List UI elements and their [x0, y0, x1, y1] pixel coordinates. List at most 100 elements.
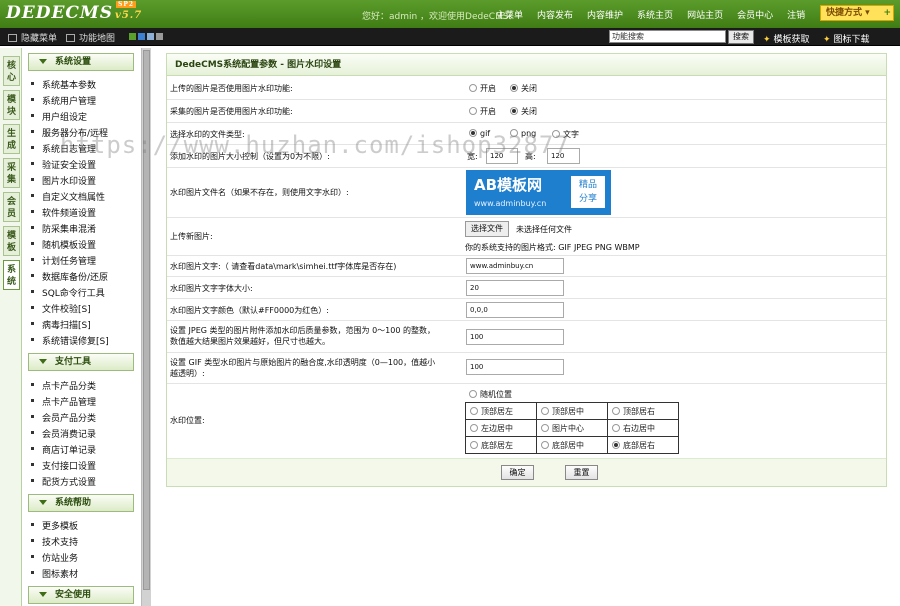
sidebar-item-label: 支付接口设置 [42, 462, 97, 472]
type-text-option[interactable]: 文字 [552, 129, 579, 140]
skin-green-icon[interactable] [129, 33, 136, 40]
upload-watermark-label: 上传的图片是否使用图片水印功能: [170, 84, 293, 93]
sidebar-item[interactable]: 技术支持 [30, 535, 78, 548]
jpeg-quality-input[interactable]: 100 [466, 329, 564, 345]
sidebar-item-label: 数据库备份/还原 [42, 273, 109, 283]
reset-button[interactable]: 重置 [565, 465, 598, 480]
skin-gray-icon[interactable] [156, 33, 163, 40]
tab-system-label: 系统 [6, 265, 16, 287]
collect-open-option[interactable]: 开启 [469, 106, 496, 117]
nav-system-home[interactable]: 系统主页 [637, 8, 673, 21]
nav-content-maintain[interactable]: 内容维护 [587, 8, 623, 21]
sidebar-item[interactable]: 点卡产品管理 [30, 395, 96, 408]
collect-close-option[interactable]: 关闭 [510, 106, 537, 117]
quick-menu-button[interactable]: 快捷方式 ▾ + [820, 5, 894, 21]
choose-file-button[interactable]: 选择文件 [465, 221, 509, 237]
sidebar-item[interactable]: 病毒扫描[S] [31, 318, 91, 331]
sidebar-item[interactable]: 系统基本参数 [30, 78, 96, 91]
sidebar-item[interactable]: 系统错误修复[S] [31, 334, 109, 347]
pos-middle-left[interactable]: 左边居中 [465, 419, 537, 437]
sidebar-item[interactable]: 软件频道设置 [30, 206, 96, 219]
site-map-link[interactable]: 功能地图 [66, 31, 115, 44]
scrollbar-thumb[interactable] [143, 50, 150, 590]
pos-top-center[interactable]: 顶部居中 [536, 402, 608, 420]
nav-main-menu[interactable]: 主菜单 [496, 8, 523, 21]
section-payment-tools[interactable]: 支付工具 [28, 353, 134, 371]
font-size-input[interactable]: 20 [466, 280, 564, 296]
hide-menu-link[interactable]: 隐藏菜单 [8, 31, 57, 44]
random-position-option[interactable]: 随机位置 [469, 389, 512, 400]
tab-system[interactable]: 系统 [3, 260, 20, 290]
tab-member[interactable]: 会员 [3, 192, 20, 222]
plus-icon[interactable]: + [883, 6, 891, 20]
sidebar-item-watermark[interactable]: 图片水印设置 [30, 174, 96, 187]
nav-content-publish[interactable]: 内容发布 [537, 8, 573, 21]
confirm-button[interactable]: 确定 [501, 465, 534, 480]
sidebar-item[interactable]: SQL命令行工具 [31, 286, 105, 299]
pos-top-right[interactable]: 顶部居右 [607, 402, 679, 420]
top-nav: 主菜单 内容发布 内容维护 系统主页 网站主页 会员中心 注销 [496, 8, 819, 21]
pos-top-left[interactable]: 顶部居左 [465, 402, 537, 420]
function-search-input[interactable]: 功能搜索 [609, 30, 726, 43]
collapse-icon [39, 592, 47, 597]
radio-icon [510, 129, 518, 137]
sidebar-item-label: 防采集串混淆 [42, 225, 97, 235]
sidebar-item[interactable]: 仿站业务 [30, 551, 78, 564]
gif-opacity-input[interactable]: 100 [466, 359, 564, 375]
sidebar-item[interactable]: 配货方式设置 [30, 475, 96, 488]
sidebar-item[interactable]: 商店订单记录 [30, 443, 96, 456]
sidebar-item[interactable]: 会员产品分类 [30, 411, 96, 424]
skin-lightblue-icon[interactable] [147, 33, 154, 40]
sidebar-item-label: 病毒扫描[S] [42, 321, 91, 331]
template-get-link[interactable]: ✦ 模板获取 [763, 32, 810, 45]
pos-middle-right[interactable]: 右边居中 [607, 419, 679, 437]
type-gif-option[interactable]: gif [469, 129, 490, 138]
tab-module[interactable]: 模块 [3, 90, 20, 120]
search-button[interactable]: 搜索 [728, 30, 754, 44]
height-input[interactable]: 120 [547, 148, 580, 164]
font-color-input[interactable]: 0,0,0 [466, 302, 564, 318]
pos-bottom-center[interactable]: 底部居中 [536, 436, 608, 454]
tab-template[interactable]: 模板 [3, 226, 20, 256]
sidebar-item[interactable]: 点卡产品分类 [30, 379, 96, 392]
sidebar-item[interactable]: 数据库备份/还原 [30, 270, 109, 283]
sidebar-item[interactable]: 服务器分布/远程 [30, 126, 108, 139]
section-safe-use[interactable]: 安全使用 [28, 586, 134, 604]
quick-menu-label: 快捷方式 [826, 8, 863, 18]
sidebar-item[interactable]: 支付接口设置 [30, 459, 97, 472]
section-system-help[interactable]: 系统帮助 [28, 494, 134, 512]
nav-member-center[interactable]: 会员中心 [737, 8, 773, 21]
tab-collect[interactable]: 采集 [3, 158, 20, 188]
sidebar-item[interactable]: 防采集串混淆 [30, 222, 97, 235]
type-png-option[interactable]: png [510, 129, 536, 138]
sidebar-item-label: 会员消费记录 [42, 430, 97, 440]
option-label: 开启 [480, 107, 496, 116]
sidebar-item[interactable]: 系统日志管理 [30, 142, 96, 155]
pos-center[interactable]: 图片中心 [536, 419, 608, 437]
upload-open-option[interactable]: 开启 [469, 83, 496, 94]
sidebar-item[interactable]: 计划任务管理 [30, 254, 96, 267]
nav-site-home[interactable]: 网站主页 [687, 8, 723, 21]
watermark-text-input[interactable]: www.adminbuy.cn [466, 258, 564, 274]
panel-title: DedeCMS系统配置参数 - 图片水印设置 [167, 54, 886, 76]
sidebar-item[interactable]: 更多模板 [30, 519, 78, 532]
sidebar-item[interactable]: 会员消费记录 [30, 427, 97, 440]
skin-blue-icon[interactable] [138, 33, 145, 40]
tab-generate[interactable]: 生成 [3, 124, 20, 154]
sidebar-item[interactable]: 验证安全设置 [30, 158, 96, 171]
section-system-settings[interactable]: 系统设置 [28, 53, 134, 71]
nav-logout[interactable]: 注销 [787, 8, 805, 21]
tab-core[interactable]: 核心 [3, 56, 20, 86]
sidebar-item[interactable]: 随机模板设置 [30, 238, 96, 251]
width-input[interactable]: 120 [486, 148, 518, 164]
pos-bottom-right[interactable]: 底部居右 [607, 436, 679, 454]
upload-close-option[interactable]: 关闭 [510, 83, 537, 94]
sidebar-scrollbar[interactable] [141, 48, 151, 606]
sidebar-item[interactable]: 文件校验[S] [31, 302, 91, 315]
sidebar-item[interactable]: 用户组设定 [30, 110, 87, 123]
sidebar-item[interactable]: 图标素材 [30, 567, 78, 580]
icon-download-link[interactable]: ✦ 图标下载 [823, 32, 870, 45]
sidebar-item[interactable]: 自定义文档属性 [30, 190, 105, 203]
sidebar-item[interactable]: 系统用户管理 [30, 94, 96, 107]
pos-bottom-left[interactable]: 底部居左 [465, 436, 537, 454]
